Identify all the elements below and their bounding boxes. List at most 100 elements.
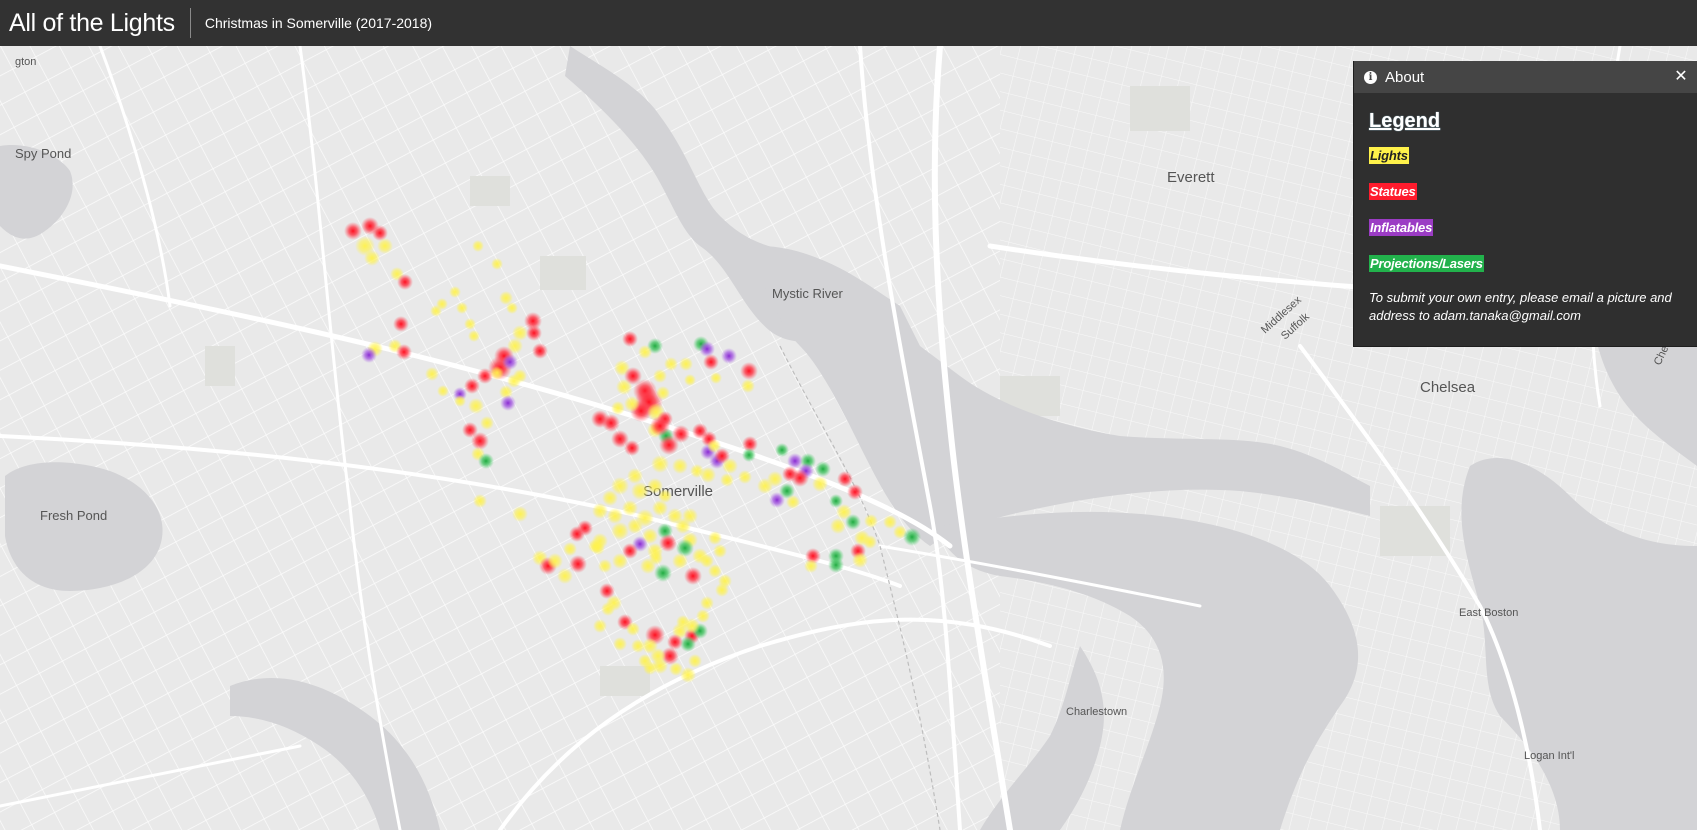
map-point-lights[interactable] <box>684 374 696 386</box>
map-point-lights[interactable] <box>672 553 688 569</box>
map-point-lights[interactable] <box>607 508 623 524</box>
map-point-projections[interactable] <box>903 528 921 546</box>
map-point-statues[interactable] <box>602 414 620 432</box>
map-point-lights[interactable] <box>708 564 722 578</box>
map-point-lights[interactable] <box>468 330 480 342</box>
map-point-lights[interactable] <box>812 476 828 492</box>
map-point-lights[interactable] <box>601 602 615 616</box>
map-point-projections[interactable] <box>775 443 789 457</box>
map-point-lights[interactable] <box>473 494 487 508</box>
map-point-lights[interactable] <box>700 596 714 610</box>
map-point-lights[interactable] <box>563 542 577 556</box>
map-point-lights[interactable] <box>653 369 667 383</box>
map-point-statues[interactable] <box>344 222 362 240</box>
map-point-lights[interactable] <box>679 357 693 371</box>
map-point-statues[interactable] <box>684 567 702 585</box>
map-point-lights[interactable] <box>425 367 439 381</box>
map-point-statues[interactable] <box>837 471 853 487</box>
map-point-lights[interactable] <box>627 468 643 484</box>
map-point-lights[interactable] <box>715 583 729 597</box>
map-point-lights[interactable] <box>454 395 466 407</box>
map-point-lights[interactable] <box>592 503 608 519</box>
map-point-statues[interactable] <box>703 354 719 370</box>
map-point-lights[interactable] <box>680 667 696 683</box>
map-point-lights[interactable] <box>472 240 484 252</box>
map-point-lights[interactable] <box>883 515 897 529</box>
map-point-inflatables[interactable] <box>500 395 516 411</box>
map-point-lights[interactable] <box>690 464 704 478</box>
map-point-lights[interactable] <box>649 551 663 565</box>
map-point-lights[interactable] <box>613 637 627 651</box>
map-point-statues[interactable] <box>526 325 542 341</box>
map-point-lights[interactable] <box>591 541 605 555</box>
map-point-lights[interactable] <box>593 619 607 633</box>
map-point-lights[interactable] <box>456 302 468 314</box>
map-point-lights[interactable] <box>804 559 818 573</box>
map-point-lights[interactable] <box>491 258 503 270</box>
map-point-statues[interactable] <box>740 362 758 380</box>
map-point-lights[interactable] <box>638 654 652 668</box>
map-point-statues[interactable] <box>397 274 413 290</box>
map-point-lights[interactable] <box>616 379 632 395</box>
map-point-lights[interactable] <box>852 552 868 568</box>
map-point-inflatables[interactable] <box>502 354 518 370</box>
map-point-lights[interactable] <box>664 357 678 371</box>
map-point-lights[interactable] <box>720 473 734 487</box>
map-point-inflatables[interactable] <box>721 348 737 364</box>
map-point-lights[interactable] <box>738 470 752 484</box>
map-point-projections[interactable] <box>828 557 844 573</box>
map-point-lights[interactable] <box>468 398 484 414</box>
map-point-lights[interactable] <box>437 385 449 397</box>
map-point-lights[interactable] <box>710 372 722 384</box>
map-point-lights[interactable] <box>513 369 527 383</box>
map-point-statues[interactable] <box>393 316 409 332</box>
map-point-lights[interactable] <box>864 514 878 528</box>
map-point-statues[interactable] <box>624 440 640 456</box>
map-point-lights[interactable] <box>631 639 645 653</box>
map-point-statues[interactable] <box>622 331 638 347</box>
map-point-statues[interactable] <box>782 466 798 482</box>
map-point-lights[interactable] <box>688 654 702 668</box>
map-point-lights[interactable] <box>627 518 643 534</box>
map-point-lights[interactable] <box>512 506 528 522</box>
map-point-projections[interactable] <box>845 514 861 530</box>
map-point-projections[interactable] <box>654 564 672 582</box>
map-point-lights[interactable] <box>624 396 640 412</box>
map-point-lights[interactable] <box>449 286 461 298</box>
map-point-lights[interactable] <box>638 345 652 359</box>
map-point-statues[interactable] <box>569 526 585 542</box>
map-point-lights[interactable] <box>557 568 573 584</box>
map-point-lights[interactable] <box>708 531 722 545</box>
map-point-inflatables[interactable] <box>769 492 785 508</box>
map-point-lights[interactable] <box>602 490 618 506</box>
map-point-lights[interactable] <box>741 379 755 393</box>
map-point-lights[interactable] <box>364 250 380 266</box>
map-point-lights[interactable] <box>684 618 700 634</box>
map-point-statues[interactable] <box>659 534 677 552</box>
map-point-projections[interactable] <box>742 448 756 462</box>
map-point-lights[interactable] <box>757 478 773 494</box>
map-point-projections[interactable] <box>815 461 831 477</box>
map-point-lights[interactable] <box>863 535 877 549</box>
map-point-statues[interactable] <box>650 416 670 436</box>
map-point-lights[interactable] <box>722 458 738 474</box>
map-point-statues[interactable] <box>532 343 548 359</box>
map-point-lights[interactable] <box>656 386 670 400</box>
map-point-lights[interactable] <box>547 553 563 569</box>
map-point-lights[interactable] <box>713 544 727 558</box>
map-point-lights[interactable] <box>612 553 628 569</box>
map-point-lights[interactable] <box>436 298 448 310</box>
map-point-lights[interactable] <box>480 416 494 430</box>
map-point-inflatables[interactable] <box>361 347 377 363</box>
map-point-statues[interactable] <box>672 425 690 443</box>
map-point-lights[interactable] <box>598 559 612 573</box>
map-point-lights[interactable] <box>611 401 625 415</box>
map-point-projections[interactable] <box>478 453 494 469</box>
map-point-lights[interactable] <box>652 500 668 516</box>
close-icon[interactable]: ✕ <box>1671 67 1691 87</box>
map-point-lights[interactable] <box>506 302 518 314</box>
map-point-lights[interactable] <box>622 500 638 516</box>
map-point-lights[interactable] <box>490 366 504 380</box>
map-point-statues[interactable] <box>847 484 863 500</box>
map-point-statues[interactable] <box>396 344 412 360</box>
